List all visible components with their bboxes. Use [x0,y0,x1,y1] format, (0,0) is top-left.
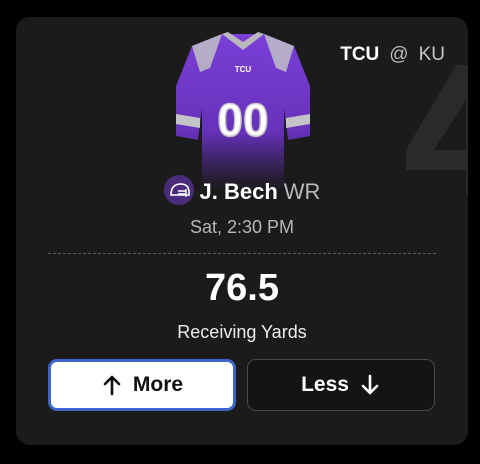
at-symbol: @ [389,44,409,65]
less-button[interactable]: Less [247,359,435,411]
player-name: J. Bech [199,179,278,204]
jersey-team-text: TCU [235,65,252,74]
more-button-label: More [132,373,184,396]
arrow-up-icon [103,375,121,396]
projection-card: TCU @ KU TCU 00 J. Bech WR Sat, 2:30 PM … [16,17,468,445]
more-button[interactable]: More [48,359,236,411]
matchup: TCU @ KU [340,44,445,66]
arrow-down-icon [361,374,379,395]
divider [48,253,436,254]
team-helmet-icon [163,175,194,205]
player-position: WR [283,179,321,204]
away-team: KU [418,44,445,65]
less-button-label: Less [301,373,349,396]
projection-line: 76.5 [205,267,279,309]
player-row: J. Bech WR [16,175,468,207]
stat-label: Receiving Yards [177,322,307,342]
game-time: Sat, 2:30 PM [189,217,295,237]
home-team: TCU [340,44,380,65]
